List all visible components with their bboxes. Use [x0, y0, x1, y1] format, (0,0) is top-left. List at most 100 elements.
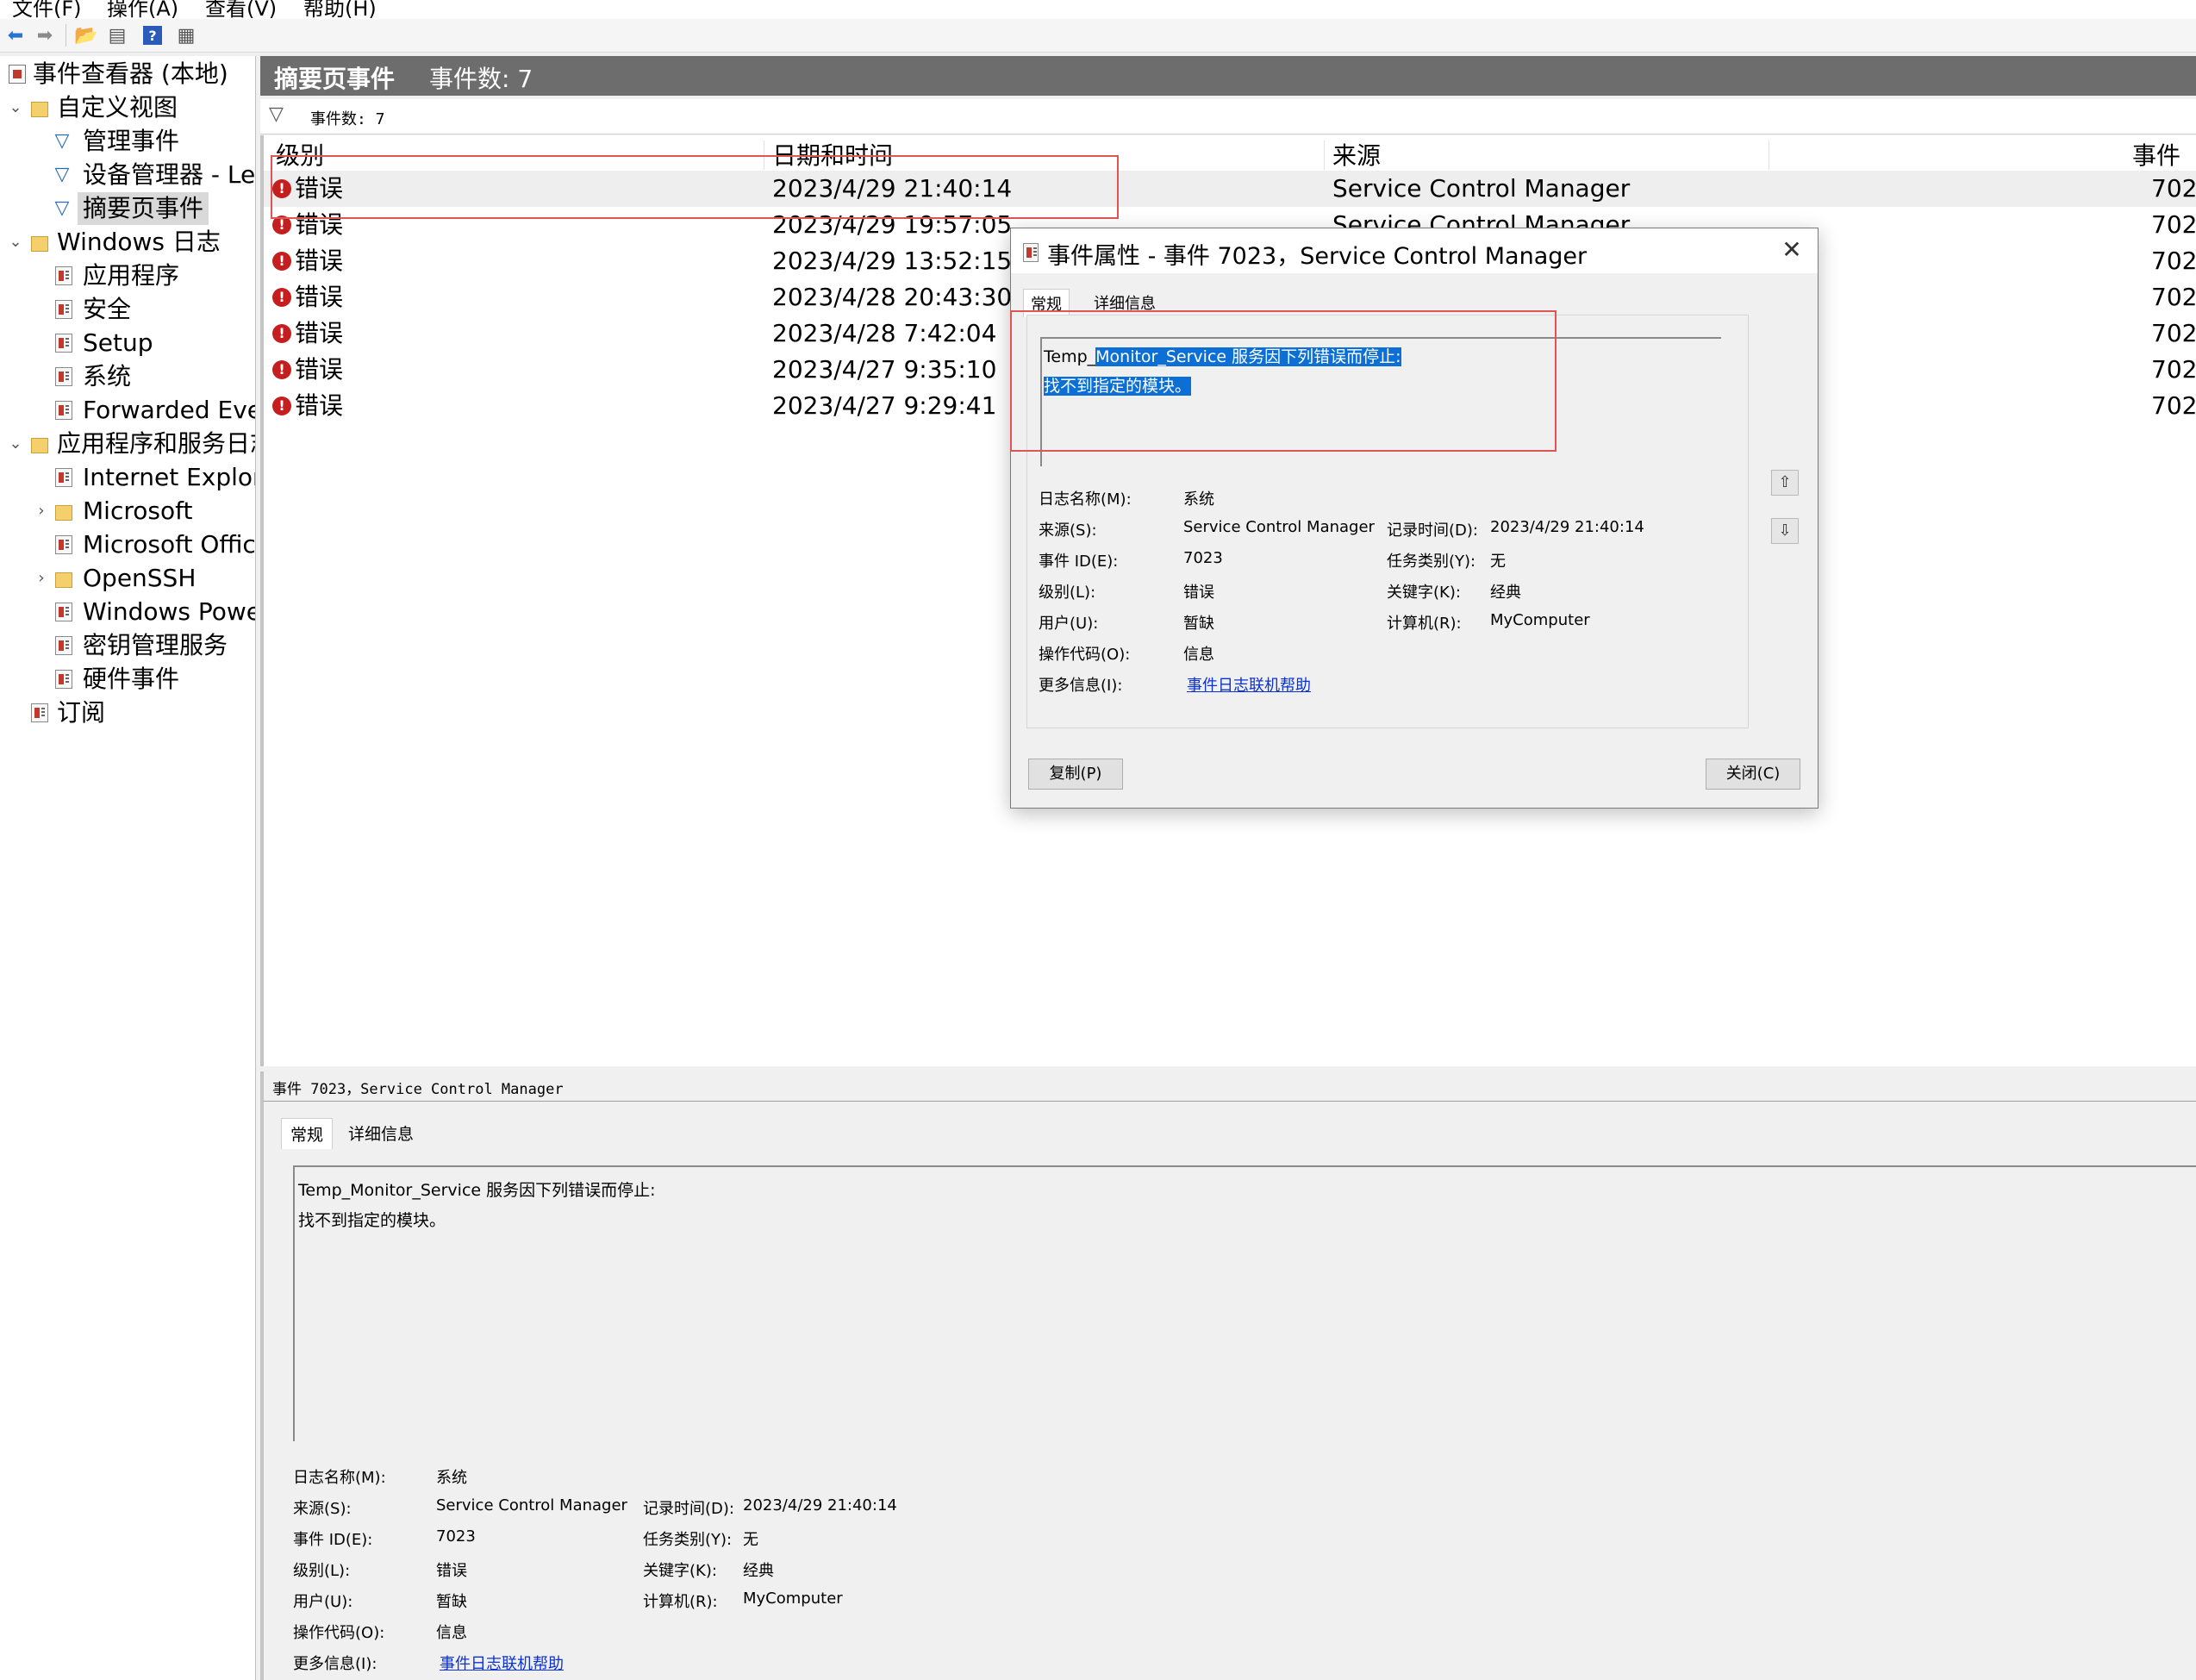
tab-details[interactable]: 详细信息 — [1087, 289, 1163, 316]
close-icon[interactable]: ✕ — [1778, 235, 1806, 265]
tab-general[interactable]: 常规 — [281, 1118, 334, 1149]
column-header-source[interactable]: 来源 — [1332, 137, 1381, 172]
filter-icon: ▽ — [54, 130, 70, 152]
cell-event-id: 7023 — [2151, 319, 2196, 347]
tree-item-label: 安全 — [83, 295, 132, 323]
cell-datetime: 2023/4/29 13:52:15 — [772, 247, 1013, 275]
menu-view[interactable]: 查看(V) — [205, 0, 277, 19]
field-label: 用户(U): — [1039, 615, 1099, 633]
tree-item-label: Windows Power — [83, 597, 256, 626]
cell-event-id: 7023 — [2151, 355, 2196, 384]
field-value: MyComputer — [743, 1589, 843, 1608]
field-label: 操作代码(O): — [293, 1624, 385, 1642]
cell-event-id: 7023 — [2151, 174, 2196, 203]
log-icon — [55, 300, 72, 319]
column-header-level[interactable]: 级别 — [276, 137, 324, 172]
help-icon[interactable]: ? — [143, 26, 162, 45]
field-value: 7023 — [1183, 549, 1223, 567]
up-folder-icon[interactable]: 📂 — [74, 24, 98, 47]
log-icon — [55, 367, 72, 386]
error-icon: ! — [272, 397, 291, 415]
menu-help[interactable]: 帮助(H) — [303, 0, 377, 19]
action-pane-icon[interactable]: ▦ — [174, 24, 198, 47]
field-value: 系统 — [436, 1469, 467, 1487]
field-value: 暂缺 — [1183, 615, 1214, 633]
console-tree: 事件查看器 (本地) ⌄ 自定义视图 ▽ 管理事件 ▽ 设备管理器 - Ler … — [0, 56, 256, 1680]
error-icon: ! — [272, 215, 291, 234]
table-row[interactable]: ! 错误 2023/4/29 21:40:14 Service Control … — [264, 171, 2196, 207]
field-value: 暂缺 — [436, 1593, 467, 1611]
cell-event-id: 7023 — [2151, 391, 2196, 420]
error-icon: ! — [272, 252, 291, 271]
field-label: 级别(L): — [1039, 584, 1096, 602]
back-arrow-icon[interactable]: ⬅ — [3, 24, 28, 47]
field-value: 经典 — [743, 1562, 774, 1580]
event-description[interactable]: Temp_Monitor_Service 服务因下列错误而停止: 找不到指定的模… — [293, 1165, 2196, 1441]
field-value: Service Control Manager — [1183, 518, 1375, 536]
close-button[interactable]: 关闭(C) — [1706, 759, 1800, 790]
page-title: 摘要页事件 — [274, 65, 396, 93]
main-header: 摘要页事件 事件数: 7 — [260, 56, 2196, 96]
filter-icon: ▽ — [54, 197, 70, 219]
tree-item-label: 设备管理器 - Ler — [83, 160, 256, 189]
next-event-icon[interactable]: ⇩ — [1771, 518, 1799, 544]
tree-item-label: 事件查看器 (本地) — [33, 59, 228, 88]
chevron-right-icon[interactable]: › — [33, 495, 50, 528]
online-help-link[interactable]: 事件日志联机帮助 — [440, 1652, 564, 1674]
log-icon — [55, 334, 72, 353]
log-icon — [55, 603, 72, 621]
column-separator[interactable] — [1324, 141, 1325, 170]
tree-item-label: 系统 — [83, 362, 132, 390]
event-viewer-icon — [9, 65, 26, 84]
filter-bar: ▽ 事件数: 7 — [260, 99, 2196, 134]
folder-icon — [55, 572, 72, 588]
tree-item-label: 硬件事件 — [83, 665, 180, 693]
copy-button[interactable]: 复制(P) — [1028, 759, 1123, 790]
chevron-right-icon[interactable]: › — [33, 562, 50, 595]
description-line: 找不到指定的模块。 — [298, 1211, 446, 1230]
chevron-down-icon[interactable]: ⌄ — [7, 91, 24, 124]
selected-text: Monitor_Service 服务因下列错误而停止: — [1095, 347, 1401, 366]
tree-item-label: Windows 日志 — [57, 228, 221, 256]
cell-datetime: 2023/4/28 7:42:04 — [772, 319, 997, 347]
tab-general[interactable]: 常规 — [1023, 289, 1070, 317]
cell-datetime: 2023/4/27 9:35:10 — [772, 355, 997, 384]
dialog-title: 事件属性 - 事件 7023，Service Control Manager — [1047, 243, 1588, 270]
log-icon — [55, 468, 72, 487]
field-value: 系统 — [1183, 490, 1214, 509]
description-line: Temp_Monitor_Service 服务因下列错误而停止: — [298, 1181, 656, 1200]
log-icon — [55, 266, 72, 285]
menu-action[interactable]: 操作(A) — [107, 0, 178, 19]
field-value: 经典 — [1490, 584, 1521, 602]
tree-item-label: Microsoft Office — [83, 530, 256, 559]
chevron-down-icon[interactable]: ⌄ — [7, 226, 24, 259]
show-hide-tree-icon[interactable]: ▤ — [105, 24, 129, 47]
cell-datetime: 2023/4/27 9:29:41 — [772, 391, 997, 420]
folder-icon — [31, 102, 48, 117]
divider — [264, 1101, 2196, 1102]
subscription-icon — [31, 703, 48, 722]
field-value: Service Control Manager — [436, 1496, 627, 1514]
field-label: 更多信息(I): — [1039, 677, 1123, 695]
forward-arrow-icon[interactable]: ➡ — [33, 24, 57, 47]
field-label: 操作代码(O): — [1039, 646, 1131, 664]
error-icon: ! — [272, 324, 291, 343]
previous-event-icon[interactable]: ⇧ — [1771, 470, 1799, 496]
column-header-datetime[interactable]: 日期和时间 — [772, 137, 893, 172]
field-value: 2023/4/29 21:40:14 — [1490, 518, 1644, 536]
log-icon — [55, 670, 72, 689]
event-count: 事件数: 7 — [429, 65, 533, 93]
cell-source: Service Control Manager — [1332, 174, 1631, 203]
field-value: 无 — [743, 1531, 758, 1549]
event-description[interactable]: Temp_Monitor_Service 服务因下列错误而停止: 找不到指定的模… — [1040, 337, 1721, 466]
menu-file[interactable]: 文件(F) — [12, 0, 82, 19]
field-label: 关键字(K): — [1387, 584, 1461, 602]
field-label: 用户(U): — [293, 1593, 353, 1611]
field-value: 2023/4/29 21:40:14 — [743, 1496, 897, 1514]
chevron-down-icon[interactable]: ⌄ — [7, 428, 24, 460]
dialog-titlebar[interactable]: 事件属性 - 事件 7023，Service Control Manager ✕ — [1011, 228, 1818, 273]
online-help-link[interactable]: 事件日志联机帮助 — [1187, 673, 1311, 696]
tab-details[interactable]: 详细信息 — [340, 1118, 422, 1148]
error-icon: ! — [272, 179, 291, 198]
field-value: 7023 — [436, 1527, 476, 1546]
